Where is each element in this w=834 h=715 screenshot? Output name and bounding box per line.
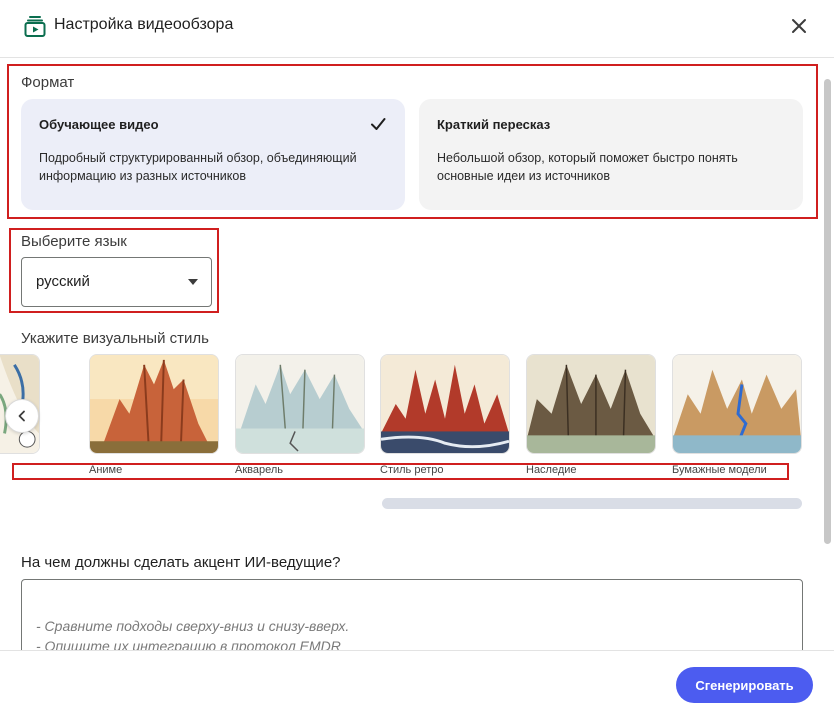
vertical-scrollbar[interactable] [822, 59, 832, 650]
style-thumbnail-retro[interactable] [380, 354, 510, 454]
style-label-watercolor: Акварель [235, 464, 284, 476]
carousel-scrollbar[interactable] [382, 498, 802, 509]
format-card-desc-line: Подробный структурированный обзор, объед… [39, 151, 357, 165]
dialog-title: Настройка видеообзора [54, 16, 234, 33]
vertical-scrollbar-thumb[interactable] [824, 79, 831, 544]
style-thumbnail-heritage[interactable] [526, 354, 656, 454]
dialog-footer: Сгенерировать [0, 650, 834, 715]
language-value: русский [36, 273, 90, 290]
format-card-title: Краткий пересказ [437, 117, 551, 132]
video-overview-dialog: Настройка видеообзора Формат Обучающее в… [0, 0, 834, 715]
focus-placeholder-line: - Сравните подходы сверху-вниз и снизу-в… [36, 618, 350, 634]
close-icon [792, 19, 806, 33]
language-select[interactable]: русский [21, 257, 212, 307]
format-card-title: Обучающее видео [39, 117, 159, 132]
style-thumbnail-paper[interactable] [672, 354, 802, 454]
style-thumbnail-watercolor[interactable] [235, 354, 365, 454]
style-label-paper: Бумажные модели [672, 464, 767, 476]
focus-textarea[interactable]: - Сравните подходы сверху-вниз и снизу-в… [21, 579, 803, 650]
close-button[interactable] [785, 12, 813, 40]
format-card-desc-line: Небольшой обзор, который поможет быстро … [437, 151, 738, 165]
visual-style-label: Укажите визуальный стиль [21, 330, 209, 347]
language-label: Выберите язык [21, 233, 127, 250]
generate-button[interactable]: Сгенерировать [676, 667, 813, 703]
format-card-tutorial[interactable]: Обучающее видео Подробный структурирован… [21, 99, 405, 210]
format-card-description: Небольшой обзор, который поможет быстро … [437, 149, 787, 185]
format-label: Формат [21, 74, 75, 91]
dropdown-arrow-icon [188, 279, 198, 285]
style-label-heritage: Наследие [526, 464, 577, 476]
dialog-content: Формат Обучающее видео Подробный структу… [0, 59, 834, 650]
focus-placeholder-line: - Опишите их интеграцию в протокол EMDR [36, 638, 341, 650]
format-card-description: Подробный структурированный обзор, объед… [39, 149, 389, 185]
check-icon [371, 118, 386, 130]
chevron-left-icon [18, 410, 25, 422]
style-label-retro: Стиль ретро [380, 464, 444, 476]
video-overview-icon [24, 15, 46, 37]
format-card-desc-line: основные идеи из источников [437, 169, 610, 183]
carousel-prev-button[interactable] [5, 399, 39, 433]
format-card-brief[interactable]: Краткий пересказ Небольшой обзор, которы… [419, 99, 803, 210]
format-card-desc-line: информацию из разных источников [39, 169, 246, 183]
dialog-header: Настройка видеообзора [0, 0, 834, 58]
style-label-anime: Аниме [89, 464, 123, 476]
style-thumbnail-anime[interactable] [89, 354, 219, 454]
focus-label: На чем должны сделать акцент ИИ-ведущие? [21, 554, 341, 571]
